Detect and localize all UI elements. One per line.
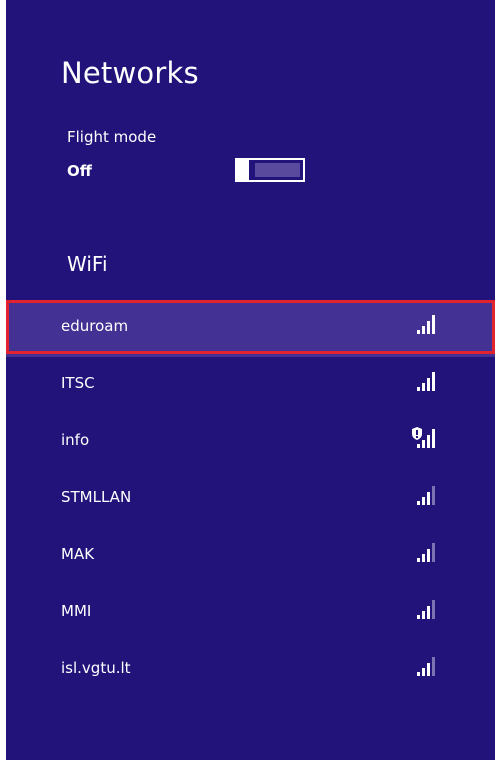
signal-bar [422,440,425,448]
wifi-signal-icon [417,372,435,391]
wifi-signal-icon [417,600,435,619]
signal-bar [417,672,420,676]
signal-bar [417,501,420,505]
network-item-mak[interactable]: MAK [6,528,495,585]
signal-bar [422,383,425,391]
signal-bar [417,444,420,448]
signal-bar [417,330,420,334]
network-name: MAK [61,545,95,563]
signal-bar [427,549,430,562]
toggle-track [255,163,300,177]
toggle-thumb [235,158,249,182]
signal-bar [427,606,430,619]
signal-bar [422,668,425,676]
wifi-signal-icon [417,543,435,562]
wifi-signal-icon [417,486,435,505]
signal-bar [422,611,425,619]
signal-bar [417,387,420,391]
network-name: eduroam [61,317,129,335]
network-item-isl-vgtu-lt[interactable]: isl.vgtu.lt [6,642,495,699]
signal-bar [417,558,420,562]
network-list: eduroam ITSC info STMLLAN MAK MMI isl.vg… [6,300,495,699]
networks-panel: Networks Flight mode Off WiFi eduroam IT… [6,0,495,760]
shield-warning-icon [412,427,422,440]
wifi-signal-icon [412,427,435,448]
network-name: ITSC [61,374,95,392]
signal-bar [432,372,435,391]
signal-bar [432,657,435,676]
signal-bar [422,554,425,562]
signal-bar [427,663,430,676]
signal-bar [427,492,430,505]
network-item-mmi[interactable]: MMI [6,585,495,642]
network-item-itsc[interactable]: ITSC [6,357,495,414]
signal-bar [432,429,435,448]
network-item-info[interactable]: info [6,414,495,471]
signal-bar [432,600,435,619]
wifi-signal-icon [417,315,435,334]
network-name: MMI [61,602,92,620]
signal-bar [432,543,435,562]
panel-title: Networks [61,56,199,90]
flight-mode-toggle[interactable] [235,158,305,182]
network-name: STMLLAN [61,488,132,506]
signal-bar [432,315,435,334]
wifi-section-heading: WiFi [67,252,108,276]
flight-mode-label: Flight mode [67,128,157,146]
signal-bar [417,615,420,619]
flight-mode-state: Off [67,162,92,180]
signal-bar [427,321,430,334]
network-item-stmllan[interactable]: STMLLAN [6,471,495,528]
network-item-eduroam[interactable]: eduroam [6,300,495,357]
signal-bar [427,378,430,391]
wifi-signal-icon [417,657,435,676]
signal-bar [432,486,435,505]
network-name: info [61,431,90,449]
network-name: isl.vgtu.lt [61,659,131,677]
signal-bar [427,435,430,448]
signal-bar [422,497,425,505]
signal-bar [422,326,425,334]
